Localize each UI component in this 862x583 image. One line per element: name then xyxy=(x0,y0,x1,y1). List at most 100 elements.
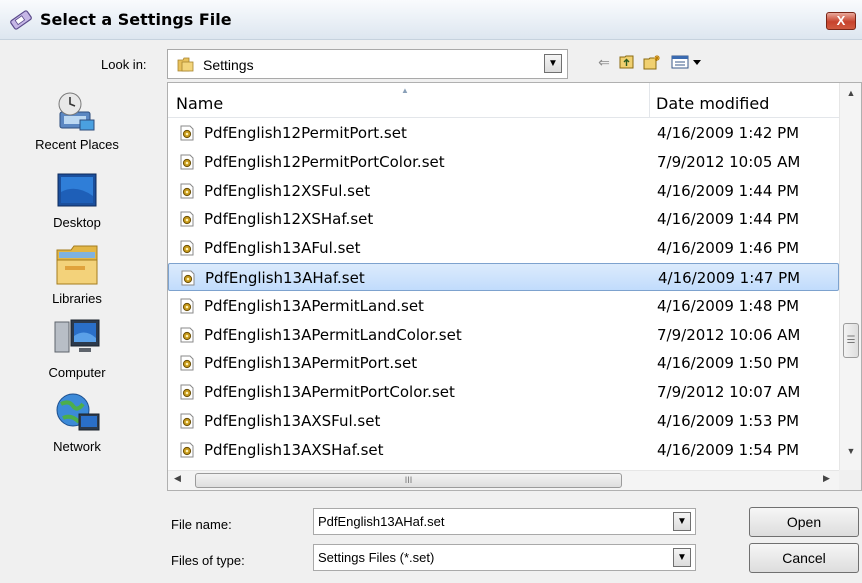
scrollbar-corner xyxy=(839,470,861,490)
file-name: PdfEnglish12XSHaf.set xyxy=(204,210,374,228)
files-of-type-dropdown-button[interactable]: ▼ xyxy=(673,548,691,567)
settings-file-icon xyxy=(180,240,194,256)
horizontal-scroll-thumb[interactable]: III xyxy=(195,473,622,488)
file-row[interactable]: PdfEnglish12PermitPortColor.set 7/9/2012 … xyxy=(168,148,839,176)
settings-file-icon xyxy=(180,298,194,314)
file-row[interactable]: PdfEnglish13APermitPort.set 4/16/2009 1:5… xyxy=(168,349,839,377)
file-row[interactable]: PdfEnglish13AFul.set 4/16/2009 1:46 PM xyxy=(168,234,839,262)
scroll-down-icon[interactable]: ▼ xyxy=(840,441,861,461)
file-name: PdfEnglish13AFul.set xyxy=(204,239,361,257)
place-label: Libraries xyxy=(52,291,102,306)
file-date-modified: 4/16/2009 1:44 PM xyxy=(657,210,800,228)
column-date-label: Date modified xyxy=(656,94,770,113)
settings-file-icon xyxy=(10,10,32,30)
file-name: PdfEnglish13APermitLand.set xyxy=(204,297,424,315)
file-date-modified: 4/16/2009 1:46 PM xyxy=(657,239,800,257)
back-arrow-icon: ⇐ xyxy=(598,54,610,70)
column-header-name[interactable]: Name ▲ xyxy=(168,83,650,118)
settings-file-icon xyxy=(180,442,194,458)
up-folder-button[interactable] xyxy=(618,51,636,73)
file-name-input[interactable]: PdfEnglish13AHaf.set xyxy=(318,514,444,529)
back-button[interactable]: ⇐ xyxy=(596,51,612,73)
close-button[interactable]: X xyxy=(826,12,856,30)
folder-icon xyxy=(177,57,194,72)
file-name: PdfEnglish12PermitPortColor.set xyxy=(204,153,445,171)
file-date-modified: 7/9/2012 10:05 AM xyxy=(657,153,801,171)
scroll-right-icon[interactable]: ▶ xyxy=(823,473,830,484)
file-list[interactable]: Name ▲ Date modified PdfEnglish12PermitP… xyxy=(167,82,862,491)
settings-file-icon xyxy=(180,125,194,141)
settings-file-icon xyxy=(180,183,194,199)
cancel-button[interactable]: Cancel xyxy=(749,543,859,573)
scroll-up-icon[interactable]: ▲ xyxy=(840,83,861,103)
place-label: Network xyxy=(53,439,101,454)
window-title: Select a Settings File xyxy=(40,10,232,29)
chevron-down-icon: ▼ xyxy=(548,58,558,69)
new-folder-icon xyxy=(643,55,660,70)
place-desktop[interactable]: Desktop xyxy=(0,172,154,244)
settings-file-icon xyxy=(181,270,195,286)
file-date-modified: 4/16/2009 1:53 PM xyxy=(657,412,800,430)
place-label: Recent Places xyxy=(35,137,119,152)
look-in-dropdown-button[interactable]: ▼ xyxy=(544,54,562,73)
file-name: PdfEnglish13AHaf.set xyxy=(205,269,365,287)
desktop-icon xyxy=(57,173,97,207)
sort-ascending-icon: ▲ xyxy=(401,86,409,95)
settings-file-icon xyxy=(180,355,194,371)
view-menu-icon xyxy=(671,55,701,69)
file-date-modified: 4/16/2009 1:44 PM xyxy=(657,182,800,200)
column-header-date-modified[interactable]: Date modified xyxy=(651,83,839,118)
file-date-modified: 4/16/2009 1:54 PM xyxy=(657,441,800,459)
vertical-scroll-thumb[interactable]: ☰ xyxy=(843,323,859,358)
look-in-value: Settings xyxy=(203,57,254,73)
file-name: PdfEnglish13APermitPort.set xyxy=(204,354,418,372)
file-row[interactable]: PdfEnglish12XSFul.set 4/16/2009 1:44 PM xyxy=(168,177,839,205)
file-name-dropdown-button[interactable]: ▼ xyxy=(673,512,691,531)
file-row[interactable]: PdfEnglish12XSHaf.set 4/16/2009 1:44 PM xyxy=(168,205,839,233)
computer-icon xyxy=(54,319,100,353)
place-network[interactable]: Network xyxy=(0,392,154,464)
horizontal-scrollbar[interactable]: ◀ III ▶ xyxy=(168,470,839,490)
network-icon xyxy=(56,393,100,431)
select-settings-file-dialog: Select a Settings File X Look in: Settin… xyxy=(0,0,862,583)
libraries-icon xyxy=(56,245,98,285)
file-date-modified: 4/16/2009 1:50 PM xyxy=(657,354,800,372)
place-label: Computer xyxy=(48,365,106,380)
file-row[interactable]: PdfEnglish13APermitLandColor.set 7/9/2012… xyxy=(168,321,839,349)
settings-file-icon xyxy=(180,384,194,400)
file-row[interactable]: PdfEnglish13APermitLand.set 4/16/2009 1:4… xyxy=(168,292,839,320)
look-in-dropdown[interactable]: Settings ▼ xyxy=(167,49,568,79)
up-folder-icon xyxy=(619,55,634,69)
scroll-left-icon[interactable]: ◀ xyxy=(174,473,181,484)
places-bar: Recent Places Desktop Libraries Computer… xyxy=(0,80,162,480)
settings-file-icon xyxy=(180,413,194,429)
file-row[interactable]: PdfEnglish13AXSFul.set 4/16/2009 1:53 PM xyxy=(168,407,839,435)
view-menu-button[interactable] xyxy=(670,51,706,73)
recent-places-icon xyxy=(58,92,95,131)
file-row[interactable]: PdfEnglish13APermitPortColor.set 7/9/2012… xyxy=(168,378,839,406)
look-in-label: Look in: xyxy=(101,57,147,72)
file-row[interactable]: PdfEnglish13AXSHaf.set 4/16/2009 1:54 PM xyxy=(168,436,839,464)
open-button[interactable]: Open xyxy=(749,507,859,537)
file-date-modified: 4/16/2009 1:47 PM xyxy=(658,269,801,287)
file-date-modified: 4/16/2009 1:42 PM xyxy=(657,124,800,142)
title-bar[interactable]: Select a Settings File X xyxy=(0,0,862,40)
new-folder-button[interactable] xyxy=(642,51,662,73)
file-row[interactable]: PdfEnglish12PermitPort.set 4/16/2009 1:42… xyxy=(168,119,839,147)
file-name: PdfEnglish13APermitPortColor.set xyxy=(204,383,455,401)
file-date-modified: 7/9/2012 10:06 AM xyxy=(657,326,801,344)
close-icon: X xyxy=(836,13,846,28)
file-name: PdfEnglish13AXSHaf.set xyxy=(204,441,384,459)
place-libraries[interactable]: Libraries xyxy=(0,244,154,316)
file-name-combo[interactable]: PdfEnglish13AHaf.set ▼ xyxy=(313,508,696,535)
place-computer[interactable]: Computer xyxy=(0,318,154,390)
settings-file-icon xyxy=(180,327,194,343)
file-name-label: File name: xyxy=(171,517,232,532)
place-recent-places[interactable]: Recent Places xyxy=(0,90,154,162)
vertical-scrollbar[interactable]: ▲ ☰ ▼ xyxy=(839,83,861,470)
list-header: Name ▲ Date modified xyxy=(168,83,839,118)
file-row[interactable]: PdfEnglish13AHaf.set 4/16/2009 1:47 PM xyxy=(168,263,839,291)
files-of-type-select[interactable]: Settings Files (*.set) ▼ xyxy=(313,544,696,571)
files-of-type-label: Files of type: xyxy=(171,553,245,568)
settings-file-icon xyxy=(180,154,194,170)
